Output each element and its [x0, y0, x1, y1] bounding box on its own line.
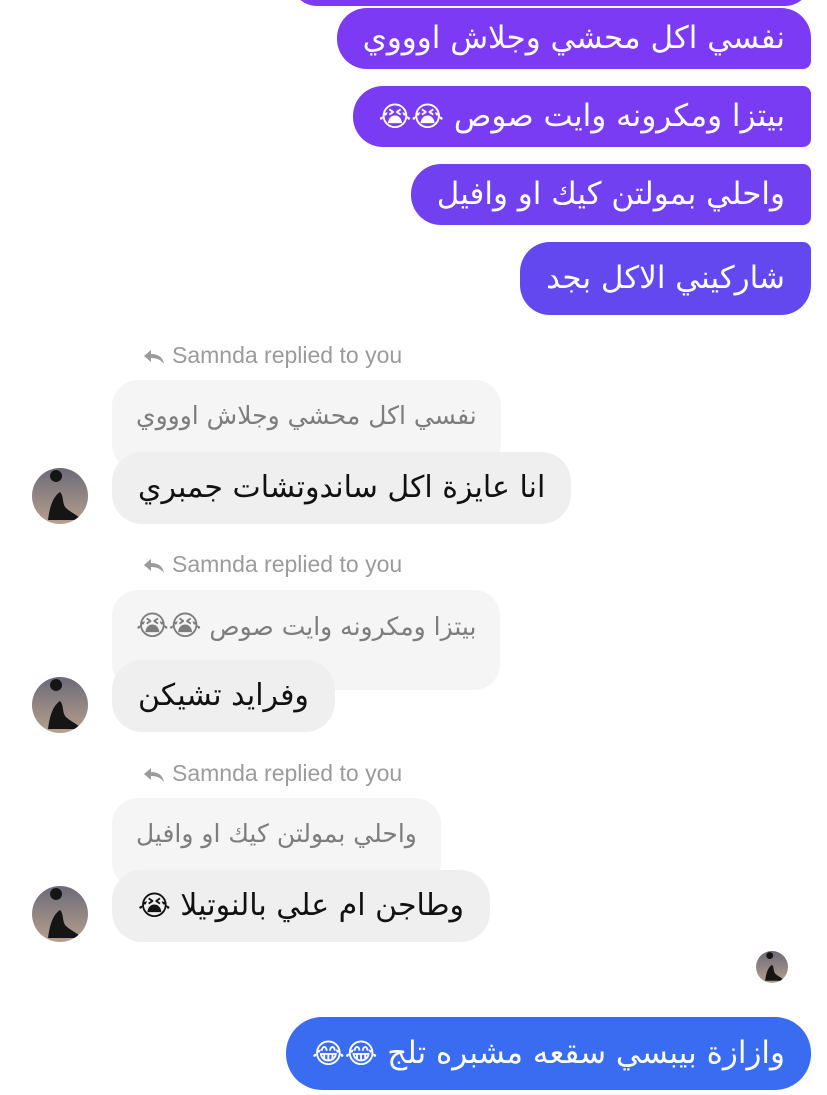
message-text: وازازة بيبسي سقعه مشبره تلج: [387, 1035, 785, 1071]
reply-arrow-icon: [144, 558, 164, 573]
reply-arrow-icon: [144, 349, 164, 364]
avatar[interactable]: [32, 886, 88, 942]
sent-message[interactable]: واحلي بمولتن كيك او وافيل: [410, 164, 811, 225]
crying-emoji: 😭😭: [136, 609, 202, 642]
message-text: شاركيني الاكل بجد: [546, 260, 785, 296]
avatar-silhouette-icon: [32, 886, 88, 942]
reply-label: Samnda replied to you: [142, 760, 402, 787]
avatar[interactable]: [32, 468, 88, 524]
message-text: واحلي بمولتن كيك او وافيل: [436, 176, 785, 212]
seen-avatar-icon: [756, 951, 788, 983]
avatar-silhouette-icon: [32, 677, 88, 733]
reply-label: Samnda replied to you: [142, 342, 402, 369]
reply-arrow-icon: [144, 767, 164, 782]
crying-emoji: 😭: [138, 889, 171, 922]
message-text: بيتزا ومكرونه وايت صوص: [453, 98, 785, 134]
avatar-silhouette-icon: [32, 468, 88, 524]
received-message[interactable]: وفرايد تشيكن: [112, 660, 335, 732]
reply-label: Samnda replied to you: [142, 551, 402, 578]
message-text: نفسي اكل محشي وجلاش اوووي: [362, 20, 785, 56]
avatar[interactable]: [32, 677, 88, 733]
laughing-emoji: 😂😂: [311, 1037, 378, 1070]
seen-avatar: [756, 951, 788, 983]
sent-message[interactable]: بيتزا ومكرونه وايت صوص 😭😭: [352, 86, 811, 147]
sent-message[interactable]: نفسي اكل محشي وجلاش اوووي: [336, 8, 811, 69]
received-message[interactable]: وطاجن ام علي بالنوتيلا 😭: [112, 870, 490, 942]
sent-message[interactable]: وازازة بيبسي سقعه مشبره تلج 😂😂: [285, 1017, 811, 1090]
crying-emoji: 😭😭: [378, 100, 445, 133]
sent-bubble-partial[interactable]: [291, 0, 811, 6]
sent-message[interactable]: شاركيني الاكل بجد: [520, 242, 811, 315]
received-message[interactable]: انا عايزة اكل ساندوتشات جمبري: [112, 452, 572, 524]
